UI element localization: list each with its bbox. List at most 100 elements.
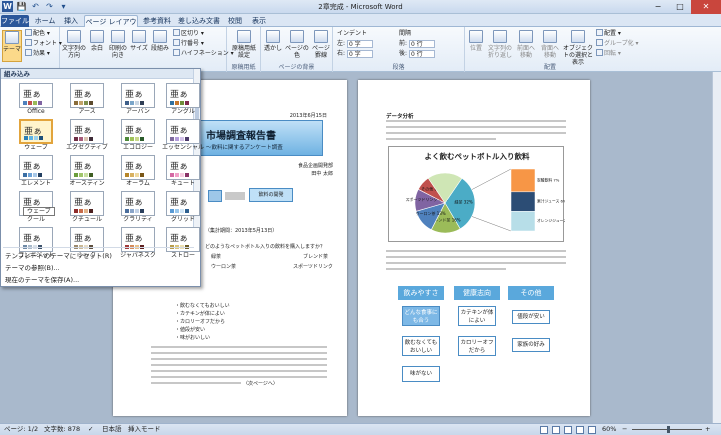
text-direction-button[interactable]: 文字列の方向	[62, 30, 86, 62]
theme-9[interactable]: 亜ぁ エレメント	[13, 155, 59, 190]
reason-item-1-1[interactable]: どんな食事にも合う	[402, 306, 440, 326]
tab-view[interactable]: 表示	[248, 15, 270, 27]
theme-label: オースティン	[69, 180, 105, 187]
selection-pane-button[interactable]: オブジェクトの選択と表示	[563, 30, 593, 66]
send-backward-button[interactable]: 背面へ移動	[539, 30, 561, 62]
watermark-button[interactable]: 透かし	[263, 30, 283, 62]
theme-5[interactable]: 亜ぁ ウェーブ	[13, 119, 59, 154]
fonts-button[interactable]: フォント ▾	[25, 39, 62, 48]
print-layout-icon[interactable]	[540, 426, 548, 434]
theme-8[interactable]: 亜ぁ エッセンシャル	[160, 119, 206, 154]
line-numbers-button[interactable]: 行番号 ▾	[173, 39, 204, 48]
group-icon	[596, 39, 603, 46]
indent-left-input[interactable]: 0 字	[346, 40, 373, 48]
spellcheck-icon[interactable]: ✓	[88, 424, 93, 435]
outline-icon[interactable]	[576, 426, 584, 434]
reason-item-3-1[interactable]: 値段が安い	[512, 310, 550, 324]
minimize-button[interactable]: −	[647, 0, 669, 14]
reason-item-1-3[interactable]: 味がない	[402, 366, 440, 382]
colors-button[interactable]: 配色 ▾	[25, 29, 50, 38]
theme-3[interactable]: 亜ぁ アーバン	[115, 83, 161, 118]
theme-4[interactable]: 亜ぁ アングル	[160, 83, 206, 118]
theme-15[interactable]: 亜ぁ クラリティ	[115, 191, 161, 226]
theme-button[interactable]: テーマ	[2, 30, 22, 62]
title-banner[interactable]: 市場調査報告書 ～飲料に関するアンケート調査	[195, 120, 323, 156]
tab-file[interactable]: ファイル	[1, 15, 29, 27]
manuscript-button[interactable]: 原稿用紙設定	[232, 30, 256, 62]
margins-button[interactable]: 余白	[88, 30, 106, 62]
tab-page-layout[interactable]: ページ レイアウト	[84, 15, 138, 38]
position-button[interactable]: 位置	[467, 30, 485, 62]
reset-theme-item[interactable]: テンプレートのテーマにリセット(R)	[5, 251, 112, 261]
theme-color-bars	[125, 137, 144, 141]
theme-color-bars	[24, 136, 43, 140]
space-before-input[interactable]: 0 行	[408, 40, 435, 48]
theme-20[interactable]: 亜ぁ ストロー	[160, 227, 206, 262]
tab-insert[interactable]: 挿入	[60, 15, 82, 27]
group-button[interactable]: グループ化 ▾	[596, 39, 639, 48]
zoom-level[interactable]: 60%	[602, 424, 616, 435]
maximize-button[interactable]: □	[669, 0, 691, 14]
rotate-button[interactable]: 回転 ▾	[596, 49, 621, 58]
theme-16[interactable]: 亜ぁ グリッド	[160, 191, 206, 226]
save-theme-item[interactable]: 現在のテーマを保存(A)...	[5, 275, 79, 285]
theme-2[interactable]: 亜ぁ アース	[64, 83, 110, 118]
size-button[interactable]: サイズ	[130, 30, 148, 62]
reason-item-1-2[interactable]: 飲むなくてもおいしい	[402, 336, 440, 356]
columns-button[interactable]: 段組み	[149, 30, 171, 62]
theme-12[interactable]: 亜ぁ キュート	[160, 155, 206, 190]
document-page-2[interactable]: データ分析 よく飲むペットボトル入り飲料 緑茶 32% ブレンド茶 16% ウーロン…	[358, 80, 590, 416]
zoom-out-icon[interactable]: −	[622, 424, 627, 435]
theme-6[interactable]: 亜ぁ エグゼクティブ	[64, 119, 110, 154]
full-screen-icon[interactable]	[552, 426, 560, 434]
theme-1[interactable]: 亜ぁ Office	[13, 83, 59, 118]
reason-head-3[interactable]: その他	[508, 286, 554, 300]
browse-theme-item[interactable]: テーマの参照(B)...	[5, 263, 60, 273]
theme-10[interactable]: 亜ぁ オースティン	[64, 155, 110, 190]
theme-swatch-glyph: 亜ぁ	[170, 90, 189, 100]
tab-home[interactable]: ホーム	[31, 15, 59, 27]
reason-item-3-2[interactable]: 家族の好み	[512, 338, 550, 352]
language-indicator[interactable]: 日本語	[102, 424, 122, 435]
page-borders-button[interactable]: ページ罫線	[311, 30, 331, 62]
orientation-button[interactable]: 印刷の向き	[107, 30, 129, 62]
reason-item-2-2[interactable]: カロリーオフだから	[458, 336, 496, 356]
theme-14[interactable]: 亜ぁ クチュール	[64, 191, 110, 226]
zoom-slider-thumb[interactable]	[667, 426, 670, 433]
theme-label: オーラム	[126, 180, 150, 187]
close-button[interactable]: ✕	[691, 0, 721, 14]
page-indicator[interactable]: ページ: 1/2	[4, 424, 38, 435]
pie-chart-frame[interactable]: よく飲むペットボトル入り飲料 緑茶 32% ブレンド茶 16% ウーロン茶 13% ス…	[388, 146, 565, 242]
theme-19[interactable]: 亜ぁ ジャパネスク	[115, 227, 161, 262]
word-count[interactable]: 文字数: 878	[44, 424, 80, 435]
flow-box-left[interactable]	[208, 190, 222, 202]
web-layout-icon[interactable]	[564, 426, 572, 434]
space-after-input[interactable]: 0 行	[408, 50, 435, 58]
reason-head-2[interactable]: 健康志向	[454, 286, 500, 300]
hyphenation-button[interactable]: ハイフネーション ▾	[173, 49, 234, 58]
tab-review[interactable]: 校閲	[224, 15, 246, 27]
vertical-scrollbar[interactable]	[712, 72, 721, 423]
breaks-button[interactable]: 区切り ▾	[173, 29, 204, 38]
report-date: 2013年6月15日	[289, 113, 327, 119]
theme-swatch: 亜ぁ	[70, 83, 104, 108]
reason-head-1[interactable]: 飲みやすさ	[398, 286, 444, 300]
bring-forward-button[interactable]: 前面へ移動	[515, 30, 537, 62]
wrap-text-button[interactable]: 文字列の折り返し	[487, 30, 513, 62]
align-button[interactable]: 配置 ▾	[596, 29, 621, 38]
insert-mode[interactable]: 挿入モード	[128, 424, 161, 435]
flow-box-right[interactable]: 飲料の開発	[249, 188, 293, 202]
zoom-in-icon[interactable]: +	[705, 424, 710, 435]
effects-button[interactable]: 効果 ▾	[25, 49, 50, 58]
theme-11[interactable]: 亜ぁ オーラム	[115, 155, 161, 190]
report-subtitle: ～飲料に関するアンケート調査	[206, 145, 283, 151]
tab-mailings[interactable]: 差し込み文書	[176, 15, 222, 27]
indent-right-input[interactable]: 0 字	[346, 50, 373, 58]
draft-icon[interactable]	[588, 426, 596, 434]
theme-7[interactable]: 亜ぁ エコロジー	[115, 119, 161, 154]
page-background-group-label: ページの背景	[278, 64, 315, 71]
page-color-button[interactable]: ページの色	[285, 30, 309, 62]
reason-item-2-1[interactable]: カテキンが体によい	[458, 306, 496, 326]
tab-references[interactable]: 参考資料	[140, 15, 174, 27]
paragraph-line	[386, 262, 566, 264]
